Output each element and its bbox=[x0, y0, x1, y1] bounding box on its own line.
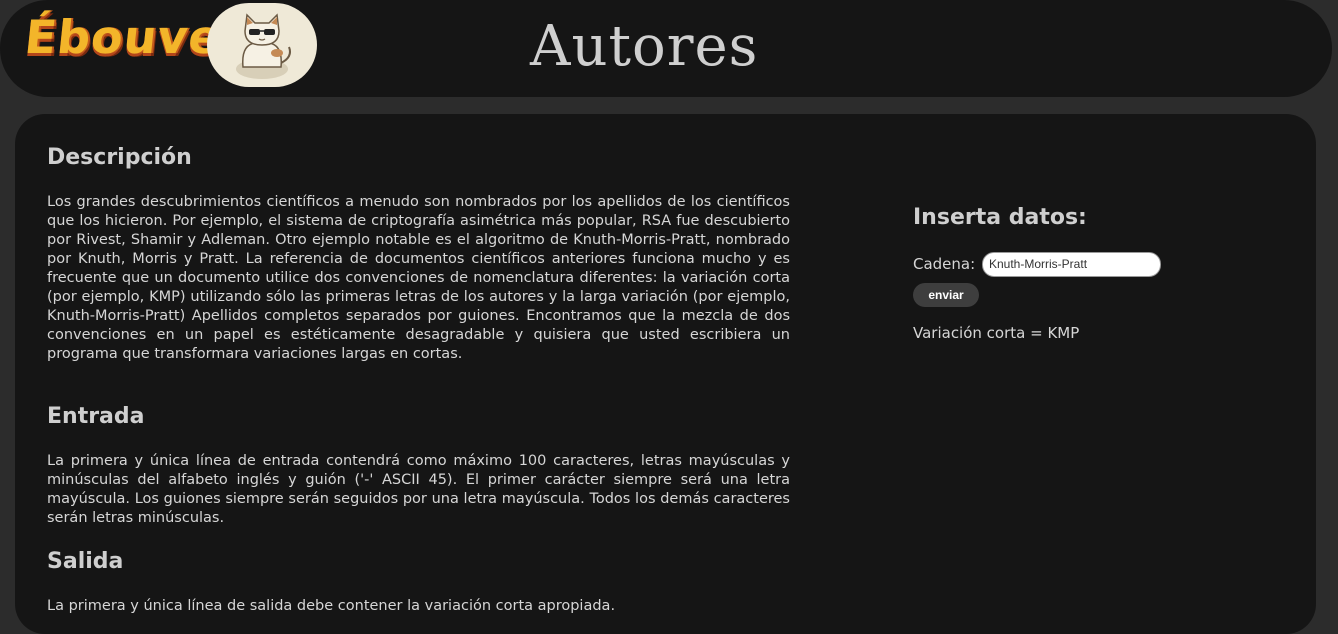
section-heading-salida: Salida bbox=[47, 549, 124, 574]
description-text: Los grandes descubrimientos científicos … bbox=[47, 193, 790, 364]
form-panel: Inserta datos: bbox=[913, 205, 1087, 230]
salida-paragraph: La primera y única línea de salida debe … bbox=[47, 598, 616, 614]
description-paragraph: Los grandes descubrimientos científicos … bbox=[47, 194, 790, 362]
salida-text: La primera y única línea de salida debe … bbox=[47, 597, 790, 616]
cat-mascot-icon bbox=[207, 3, 317, 87]
entrada-section: Entrada bbox=[47, 404, 790, 429]
page-title: Autores bbox=[530, 14, 759, 79]
enviar-button[interactable]: enviar bbox=[913, 283, 979, 307]
cadena-input[interactable]: Knuth-Morris-Pratt bbox=[982, 252, 1161, 277]
entrada-text: La primera y única línea de entrada cont… bbox=[47, 452, 790, 528]
entrada-paragraph: La primera y única línea de entrada cont… bbox=[47, 453, 790, 526]
section-heading-descripcion: Descripción bbox=[47, 145, 192, 170]
result-wrap: Variación corta = KMP bbox=[913, 323, 1079, 342]
salida-section: Salida bbox=[47, 549, 790, 574]
result-text: Variación corta = KMP bbox=[913, 324, 1080, 342]
cadena-label: Cadena: bbox=[913, 255, 976, 273]
section-heading-entrada: Entrada bbox=[47, 404, 145, 429]
description-section: Descripción bbox=[47, 145, 790, 170]
header: Ébouveur Autores bbox=[0, 0, 1332, 97]
cadena-label-wrap: Cadena: bbox=[913, 254, 975, 273]
form-heading: Inserta datos: bbox=[913, 205, 1087, 230]
